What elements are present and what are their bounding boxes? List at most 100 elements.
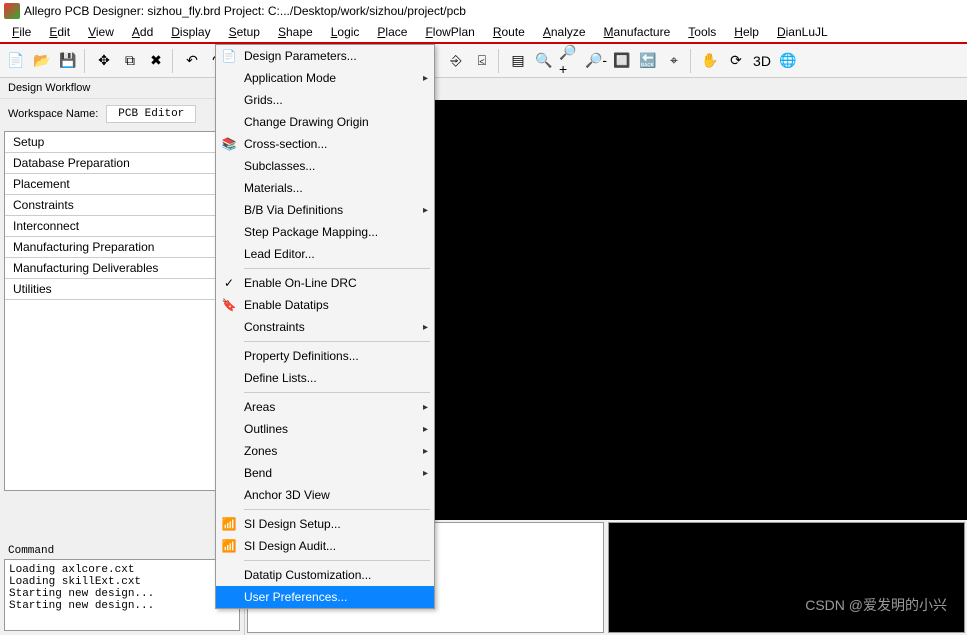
menu-label: Step Package Mapping... (244, 225, 378, 239)
menu-item-zones[interactable]: Zones▸ (216, 440, 434, 462)
menu-item-lead-editor-[interactable]: Lead Editor... (216, 243, 434, 265)
menu-label: Application Mode (244, 71, 336, 85)
menu-dianlujl[interactable]: DianLuJL (769, 23, 836, 41)
workflow-item[interactable]: Interconnect (5, 216, 239, 237)
menu-item-application-mode[interactable]: Application Mode ▸ (216, 67, 434, 89)
menu-item-materials-[interactable]: Materials... (216, 177, 434, 199)
workflow-item[interactable]: Manufacturing Preparation (5, 237, 239, 258)
menu-item-anchor-3d-view[interactable]: Anchor 3D View (216, 484, 434, 506)
title-bar: Allegro PCB Designer: sizhou_fly.brd Pro… (0, 0, 967, 22)
copy-button[interactable]: ⧉ (118, 49, 142, 73)
route4-button[interactable]: ⍃ (470, 49, 494, 73)
window-title: Allegro PCB Designer: sizhou_fly.brd Pro… (24, 4, 466, 18)
menu-shape[interactable]: Shape (270, 23, 321, 41)
zoom-win-button[interactable]: 🔲 (610, 49, 634, 73)
menu-label: Property Definitions... (244, 349, 359, 363)
app-icon (4, 3, 20, 19)
menu-label: User Preferences... (244, 590, 347, 604)
menu-item-areas[interactable]: Areas ▸ (216, 396, 434, 418)
menu-label: Datatip Customization... (244, 568, 371, 582)
menu-icon: 📶 (220, 539, 238, 553)
menu-label: Anchor 3D View (244, 488, 330, 502)
menu-add[interactable]: Add (124, 23, 161, 41)
menu-item-user-preferences-[interactable]: User Preferences... (216, 586, 434, 608)
menu-edit[interactable]: Edit (41, 23, 78, 41)
workflow-item[interactable]: Constraints (5, 195, 239, 216)
zoom-out-button[interactable]: 🔎- (584, 49, 608, 73)
menu-help[interactable]: Help (726, 23, 767, 41)
workflow-item[interactable]: Database Preparation (5, 153, 239, 174)
zoom-prev-button[interactable]: 🔙 (636, 49, 660, 73)
menu-item-bend[interactable]: Bend▸ (216, 462, 434, 484)
save-file-button[interactable]: 💾 (56, 49, 80, 73)
zoom-fit-button[interactable]: 🔍 (532, 49, 556, 73)
menu-manufacture[interactable]: Manufacture (596, 23, 679, 41)
move-button[interactable]: ✥ (92, 49, 116, 73)
command-log: Loading axlcore.cxt Loading skillExt.cxt… (4, 559, 240, 631)
menu-item-change-drawing-origin[interactable]: Change Drawing Origin (216, 111, 434, 133)
menu-item-b-b-via-definitions[interactable]: B/B Via Definitions▸ (216, 199, 434, 221)
menu-label: Constraints (244, 320, 305, 334)
submenu-arrow-icon: ▸ (423, 73, 428, 84)
menu-icon: ✓ (220, 276, 238, 290)
menu-tools[interactable]: Tools (680, 23, 724, 41)
menu-bar: FileEditViewAddDisplaySetupShapeLogicPla… (0, 22, 967, 44)
new-file-button[interactable]: 📄 (4, 49, 28, 73)
panel-controls[interactable]: — ▢ ✕ (555, 507, 600, 518)
globe-button[interactable]: 🌐 (776, 49, 800, 73)
menu-view[interactable]: View (80, 23, 122, 41)
menu-file[interactable]: File (4, 23, 39, 41)
toolbar: 📄📂💾✥⧉✖↶↷▦▣abc🟩🟥⎇⎌⎆⍃▤🔍🔎+🔎-🔲🔙⌖✋⟳3D🌐 (0, 44, 967, 78)
view-panel[interactable]: View (608, 522, 965, 633)
workspace-input[interactable] (106, 105, 196, 123)
menu-item-cross-section-[interactable]: 📚Cross-section... (216, 133, 434, 155)
workflow-item[interactable]: Manufacturing Deliverables (5, 258, 239, 279)
menu-label: Areas (244, 400, 275, 414)
menu-label: Grids... (244, 93, 283, 107)
left-panel: Design Workflow Workspace Name: SetupDat… (0, 78, 245, 635)
menu-analyze[interactable]: Analyze (535, 23, 594, 41)
board-button[interactable]: ▤ (506, 49, 530, 73)
route3-button[interactable]: ⎆ (444, 49, 468, 73)
menu-logic[interactable]: Logic (323, 23, 368, 41)
menu-item-datatip-customization-[interactable]: Datatip Customization... (216, 564, 434, 586)
menu-flowplan[interactable]: FlowPlan (417, 23, 482, 41)
menu-label: Define Lists... (244, 371, 317, 385)
workflow-item[interactable]: Placement (5, 174, 239, 195)
menu-icon: 📄 (220, 49, 238, 63)
view-3d-button[interactable]: 3D (750, 49, 774, 73)
menu-item-constraints[interactable]: Constraints▸ (216, 316, 434, 338)
menu-item-design-parameters-[interactable]: 📄Design Parameters... (216, 45, 434, 67)
workspace-label: Workspace Name: (8, 108, 98, 120)
menu-item-define-lists-[interactable]: Define Lists... (216, 367, 434, 389)
menu-item-enable-datatips[interactable]: 🔖Enable Datatips (216, 294, 434, 316)
menu-item-outlines[interactable]: Outlines▸ (216, 418, 434, 440)
menu-route[interactable]: Route (485, 23, 533, 41)
pan-button[interactable]: ✋ (698, 49, 722, 73)
menu-display[interactable]: Display (163, 23, 218, 41)
refresh-button[interactable]: ⟳ (724, 49, 748, 73)
menu-label: Cross-section... (244, 137, 327, 151)
menu-item-grids-[interactable]: Grids... (216, 89, 434, 111)
menu-icon: 📶 (220, 517, 238, 531)
submenu-arrow-icon: ▸ (423, 402, 428, 413)
menu-place[interactable]: Place (369, 23, 415, 41)
menu-item-si-design-audit-[interactable]: 📶 SI Design Audit... (216, 535, 434, 557)
submenu-arrow-icon: ▸ (423, 424, 428, 435)
menu-item-si-design-setup-[interactable]: 📶 SI Design Setup... (216, 513, 434, 535)
menu-label: SI Design Audit... (244, 539, 336, 553)
zoom-in-button[interactable]: 🔎+ (558, 49, 582, 73)
delete-button[interactable]: ✖ (144, 49, 168, 73)
submenu-arrow-icon: ▸ (423, 446, 428, 457)
menu-item-step-package-mapping-[interactable]: Step Package Mapping... (216, 221, 434, 243)
zoom-sel-button[interactable]: ⌖ (662, 49, 686, 73)
undo-button[interactable]: ↶ (180, 49, 204, 73)
open-file-button[interactable]: 📂 (30, 49, 54, 73)
menu-item-property-definitions-[interactable]: Property Definitions... (216, 345, 434, 367)
menu-item-subclasses-[interactable]: Subclasses... (216, 155, 434, 177)
menu-item-enable-on-line-drc[interactable]: ✓Enable On-Line DRC (216, 272, 434, 294)
menu-label: SI Design Setup... (244, 517, 341, 531)
menu-setup[interactable]: Setup (221, 23, 268, 41)
workflow-item[interactable]: Utilities (5, 279, 239, 300)
workflow-item[interactable]: Setup (5, 132, 239, 153)
